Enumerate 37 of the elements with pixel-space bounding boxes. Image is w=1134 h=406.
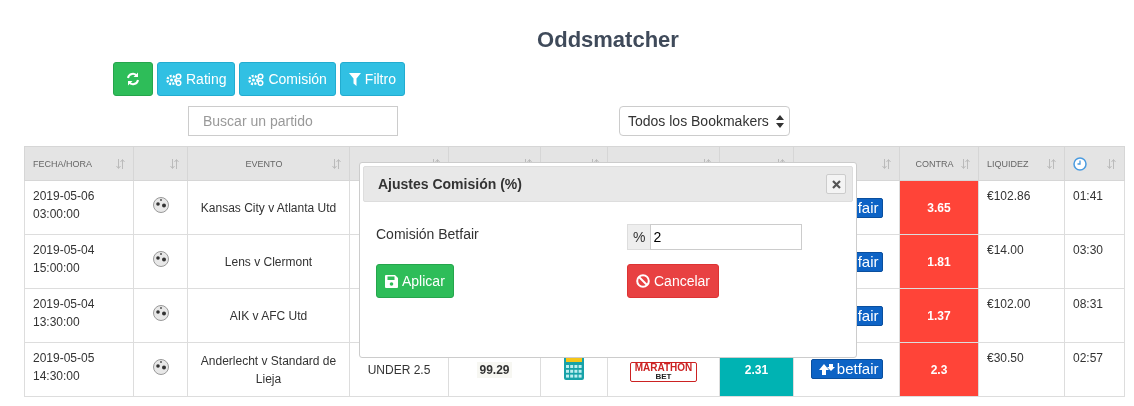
lay-odds-cell: 1.81 [899,234,979,289]
date-text: 2019-05-04 [33,243,95,257]
event-cell: Lens v Clermont [187,234,350,289]
bookmaker-logo: MARATHON BET [629,361,698,382]
liquidity-cell: €30.50 [978,342,1065,397]
liquidity-cell: €102.86 [978,180,1065,235]
liquidity-cell: €102.00 [978,288,1065,343]
event-cell: AIK v AFC Utd [187,288,350,343]
countdown-cell: 08:31 [1064,288,1125,343]
time-text: 13:30:00 [33,315,80,329]
event-cell: Anderlecht v Standard de Lieja [187,342,350,397]
commission-label: Comisión Betfair [376,225,480,244]
date-text: 2019-05-04 [33,297,95,311]
event-cell: Kansas City v Atlanta Utd [187,180,350,235]
time-text: 14:30:00 [33,369,80,383]
countdown-cell: 03:30 [1064,234,1125,289]
rating-badge: 99.29 [477,361,512,378]
exchange-logo: betfair [810,359,883,380]
line-text: UNDER 2.5 [367,362,431,377]
column-label: FECHA/HORA [33,158,92,169]
liquidity-cell: €14.00 [978,234,1065,289]
column-label: EVENTO [244,158,284,169]
column-label: CONTRA [914,158,955,169]
lay-odds-cell: 3.65 [899,180,979,235]
countdown-cell: 01:41 [1064,180,1125,235]
lay-odds-cell: 1.37 [899,288,979,343]
time-text: 15:00:00 [33,261,80,275]
lay-odds-cell: 2.3 [899,342,979,397]
column-label: LIQUIDEZ [987,158,1029,169]
page-title: Oddsmatcher [536,26,680,54]
odds-value: 2.31 [744,362,769,377]
date-text: 2019-05-05 [33,351,95,365]
date-text: 2019-05-06 [33,189,95,203]
time-text: 03:00:00 [33,207,80,221]
percent-addon: % [627,224,651,250]
dialog-title: Ajustes Comisión (%) [378,176,522,192]
countdown-cell: 02:57 [1064,342,1125,397]
